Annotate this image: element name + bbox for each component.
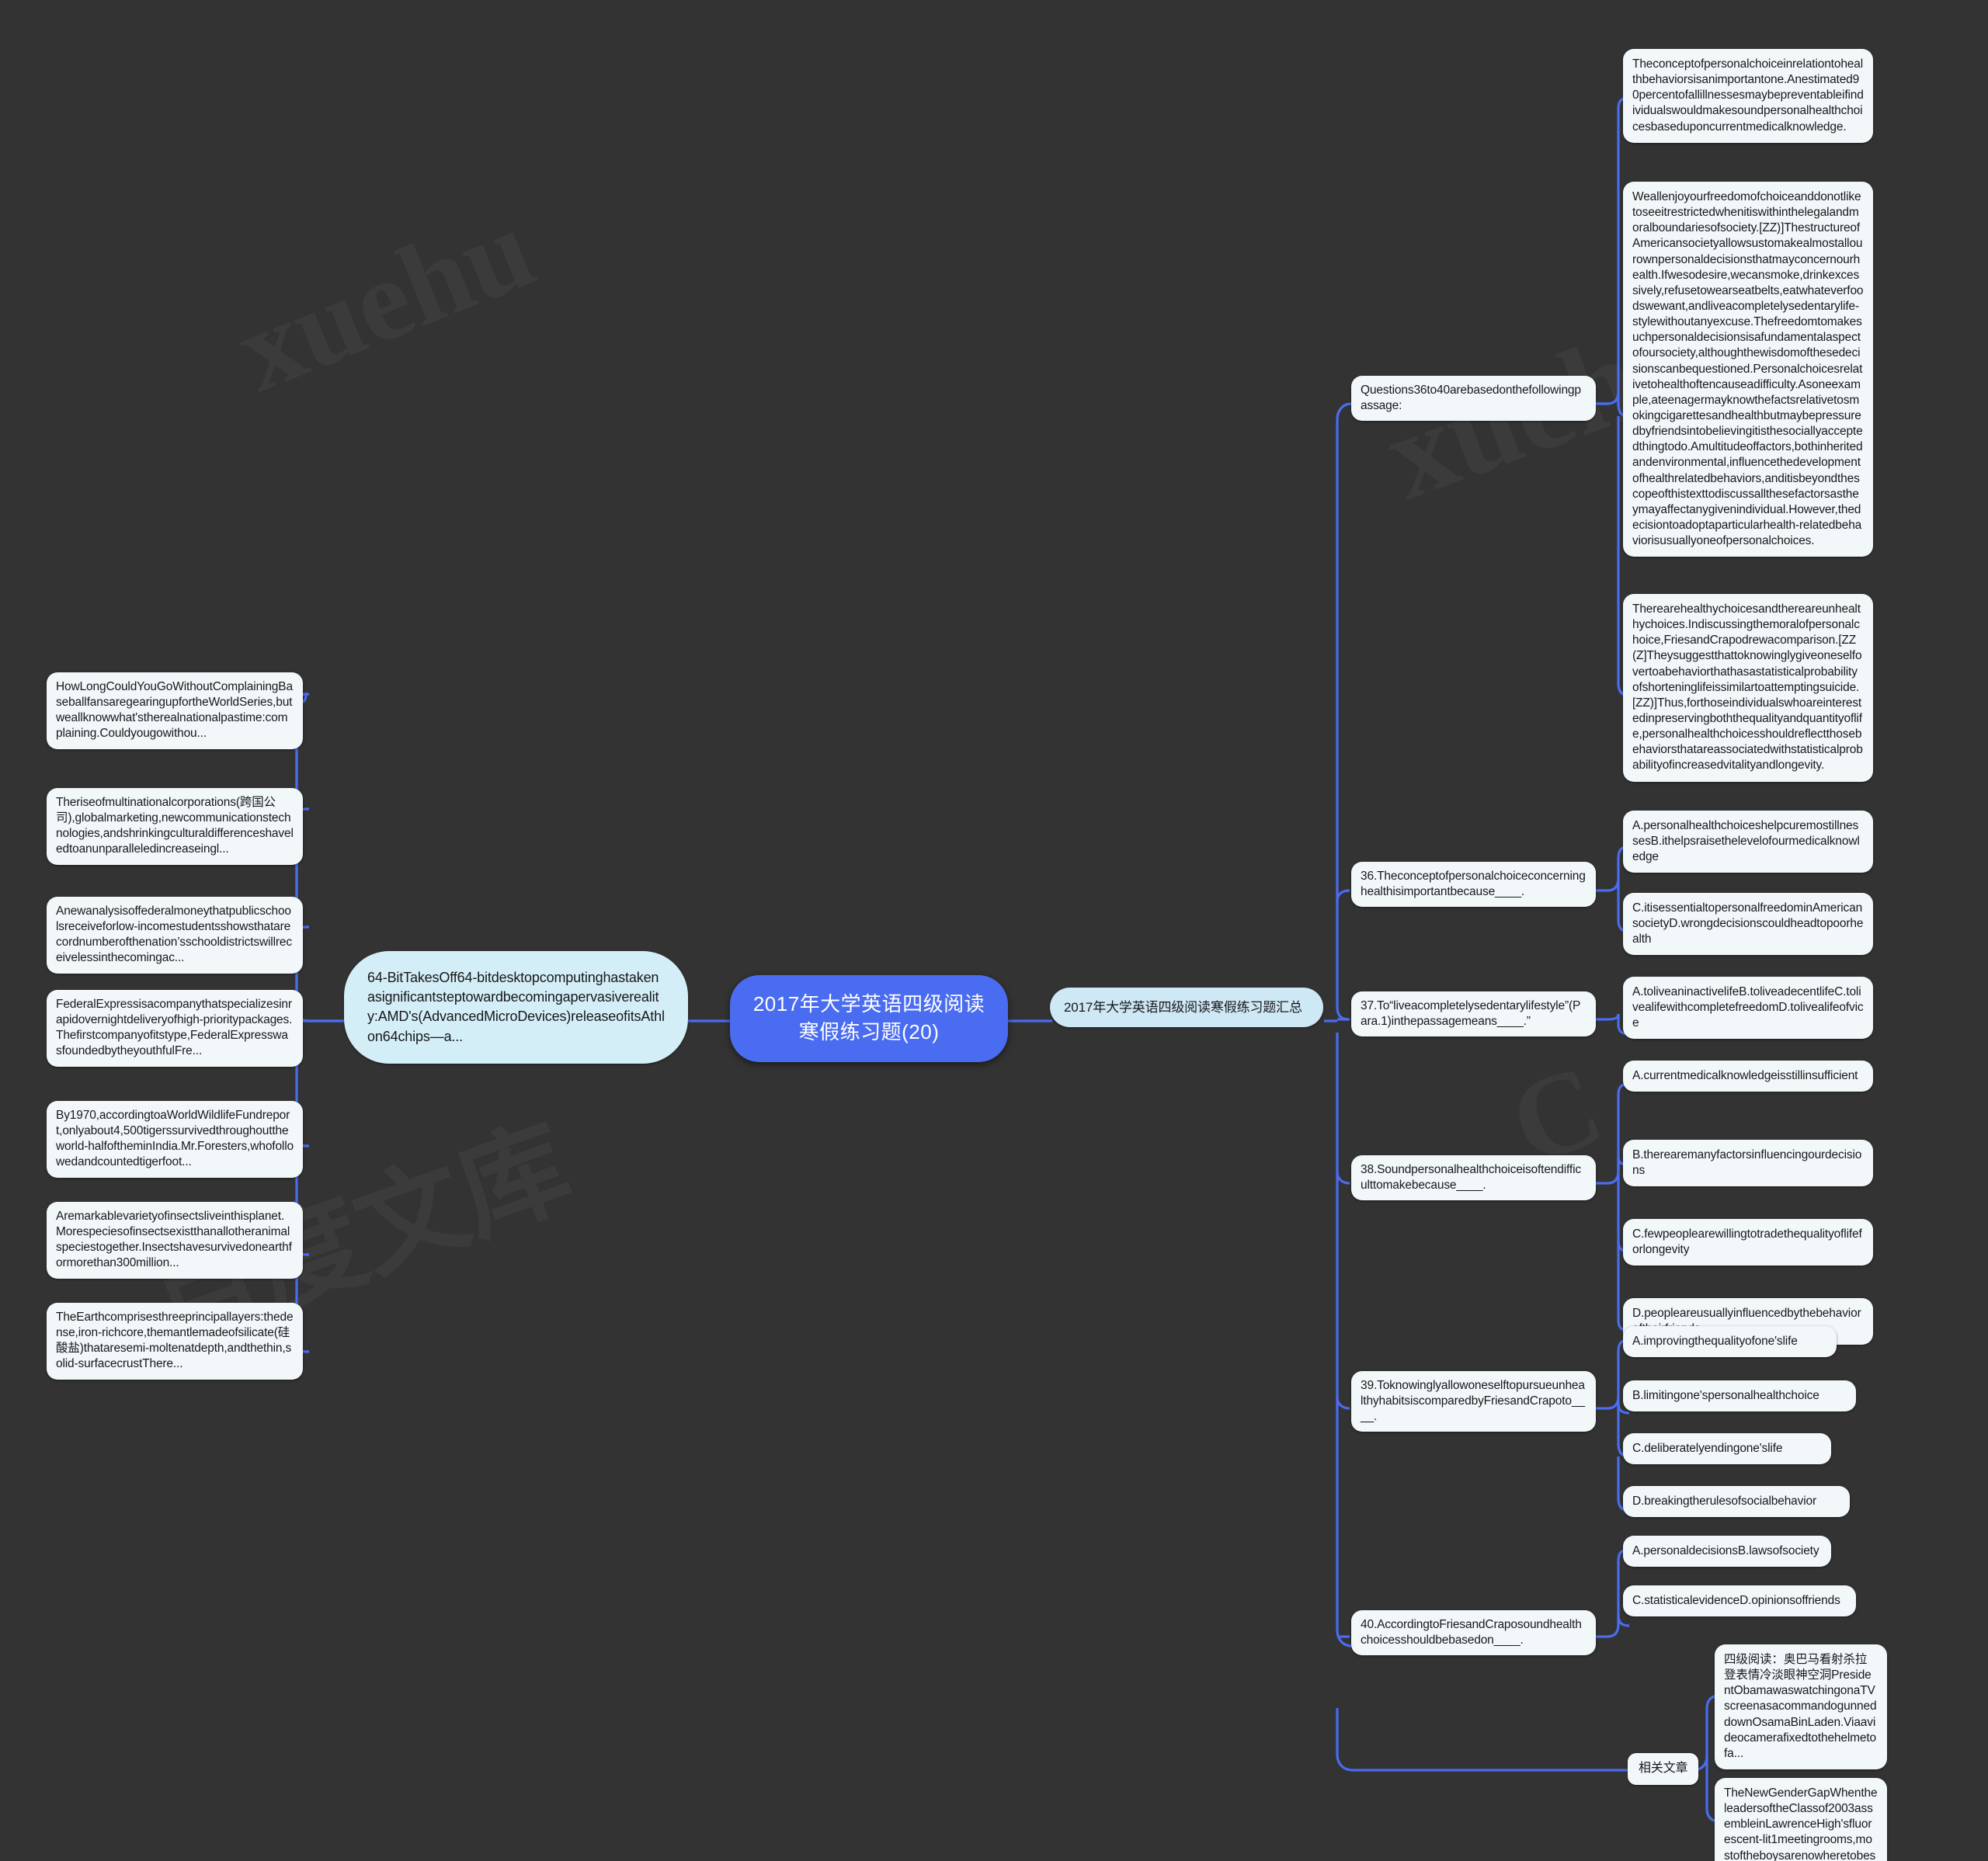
left-summary-node[interactable]: 64-BitTakesOff64-bitdesktopcomputinghast… — [344, 951, 688, 1064]
passage-text: Therearehealthychoicesandthereareunhealt… — [1632, 602, 1863, 773]
passage-paragraph-1[interactable]: Theconceptofpersonalchoiceinrelationtohe… — [1623, 49, 1873, 143]
section-label-text: 37.To“liveacompletelysedentarylifestyle”… — [1361, 999, 1581, 1029]
mindmap-canvas[interactable]: xuehu xuehu C 百度文库 — [0, 0, 1988, 1861]
option-q38-a[interactable]: A.currentmedicalknowledgeisstillinsuffic… — [1623, 1061, 1873, 1092]
list-item-text: TheEarthcomprisesthreeprincipallayers:th… — [56, 1311, 294, 1371]
list-item[interactable]: TheEarthcomprisesthreeprincipallayers:th… — [47, 1303, 303, 1380]
list-item-text: Theriseofmultinationalcorporations(跨国公司)… — [56, 796, 294, 856]
option-text: A.improvingthequalityofone'slife — [1632, 1335, 1798, 1348]
option-text: B.therearemanyfactorsinfluencingourdecis… — [1632, 1148, 1862, 1178]
list-item[interactable]: Aremarkablevarietyofinsectsliveinthispla… — [47, 1202, 303, 1279]
section-label-q37[interactable]: 37.To“liveacompletelysedentarylifestyle”… — [1351, 991, 1596, 1037]
section-label-q39[interactable]: 39.Toknowinglyallowoneselftopursueunheal… — [1351, 1371, 1596, 1432]
list-item-text: By1970,accordingtoaWorldWildlifeFundrepo… — [56, 1109, 294, 1169]
right-branch-label-text: 2017年大学英语四级阅读寒假练习题汇总 — [1064, 1000, 1302, 1015]
list-item-text: Aremarkablevarietyofinsectsliveinthispla… — [56, 1210, 292, 1270]
option-text: C.statisticalevidenceD.opinionsoffriends — [1632, 1594, 1840, 1607]
section-label-q40[interactable]: 40.AccordingtoFriesandCraposoundhealthch… — [1351, 1610, 1596, 1656]
list-item[interactable]: FederalExpressisacompanythatspecializesi… — [47, 990, 303, 1067]
option-text: A.currentmedicalknowledgeisstillinsuffic… — [1632, 1069, 1858, 1082]
option-q36-ab[interactable]: A.personalhealthchoiceshelpcuremostillne… — [1623, 811, 1873, 873]
option-text: A.personaldecisionsB.lawsofsociety — [1632, 1544, 1819, 1557]
passage-text: Theconceptofpersonalchoiceinrelationtohe… — [1632, 57, 1864, 134]
passage-paragraph-3[interactable]: Therearehealthychoicesandthereareunhealt… — [1623, 594, 1873, 782]
section-label-q36[interactable]: 36.Theconceptofpersonalchoiceconcerningh… — [1351, 862, 1596, 908]
right-branch-label[interactable]: 2017年大学英语四级阅读寒假练习题汇总 — [1050, 988, 1323, 1028]
section-label-text: Questions36to40arebasedonthefollowingpas… — [1361, 384, 1581, 413]
passage-paragraph-2[interactable]: Weallenjoyourfreedomofchoiceanddonotlike… — [1623, 182, 1873, 557]
option-text: A.toliveaninactivelifeB.toliveadecentlif… — [1632, 985, 1864, 1030]
list-item[interactable]: Theriseofmultinationalcorporations(跨国公司)… — [47, 788, 303, 865]
option-q40-ab[interactable]: A.personaldecisionsB.lawsofsociety — [1623, 1536, 1831, 1568]
watermark-text: xuehu — [219, 181, 551, 418]
passage-text: Weallenjoyourfreedomofchoiceanddonotlike… — [1632, 190, 1864, 548]
option-q37-abcd[interactable]: A.toliveaninactivelifeB.toliveadecentlif… — [1623, 977, 1873, 1040]
option-text: A.personalhealthchoiceshelpcuremostillne… — [1632, 819, 1860, 864]
list-item[interactable]: Anewanalysisoffederalmoneythatpublicscho… — [47, 897, 303, 974]
list-item[interactable]: By1970,accordingtoaWorldWildlifeFundrepo… — [47, 1101, 303, 1178]
list-item-text: HowLongCouldYouGoWithoutComplainingBaseb… — [56, 680, 293, 741]
option-q39-d[interactable]: D.breakingtherulesofsocialbehavior — [1623, 1486, 1850, 1518]
option-q36-cd[interactable]: C.itisessentialtopersonalfreedominAmeric… — [1623, 893, 1873, 956]
related-articles-label[interactable]: 相关文章 — [1628, 1753, 1699, 1785]
option-q39-b[interactable]: B.limitingone'spersonalhealthchoice — [1623, 1380, 1856, 1412]
option-q38-b[interactable]: B.therearemanyfactorsinfluencingourdecis… — [1623, 1140, 1873, 1187]
option-text: C.itisessentialtopersonalfreedominAmeric… — [1632, 901, 1864, 946]
option-q39-a[interactable]: A.improvingthequalityofone'slife — [1623, 1326, 1837, 1358]
page-title[interactable]: 2017年大学英语四级阅读寒假练习题(20) — [730, 975, 1008, 1062]
option-text: D.breakingtherulesofsocialbehavior — [1632, 1495, 1817, 1508]
option-text: C.fewpeoplearewillingtotradethequalityof… — [1632, 1227, 1862, 1257]
related-article-item[interactable]: 四级阅读：奥巴马看射杀拉登表情冷淡眼神空洞PresidentObamawaswa… — [1715, 1644, 1887, 1769]
section-label-text: 39.Toknowinglyallowoneselftopursueunheal… — [1361, 1379, 1585, 1424]
page-title-text: 2017年大学英语四级阅读寒假练习题(20) — [752, 992, 985, 1043]
list-item-text: FederalExpressisacompanythatspecializesi… — [56, 998, 293, 1058]
option-q38-c[interactable]: C.fewpeoplearewillingtotradethequalityof… — [1623, 1219, 1873, 1266]
section-label-text: 40.AccordingtoFriesandCraposoundhealthch… — [1361, 1618, 1582, 1647]
option-q39-c[interactable]: C.deliberatelyendingone'slife — [1623, 1433, 1831, 1465]
section-label-text: 36.Theconceptofpersonalchoiceconcerningh… — [1361, 870, 1586, 899]
section-label-q38[interactable]: 38.Soundpersonalhealthchoiceisoftendiffi… — [1351, 1155, 1596, 1201]
section-label-text: 38.Soundpersonalhealthchoiceisoftendiffi… — [1361, 1163, 1581, 1193]
related-articles-label-text: 相关文章 — [1639, 1762, 1688, 1775]
option-q40-cd[interactable]: C.statisticalevidenceD.opinionsoffriends — [1623, 1585, 1856, 1617]
left-summary-text: 64-BitTakesOff64-bitdesktopcomputinghast… — [367, 970, 665, 1044]
option-text: B.limitingone'spersonalhealthchoice — [1632, 1389, 1819, 1402]
option-text: C.deliberatelyendingone'slife — [1632, 1442, 1783, 1455]
related-article-item[interactable]: TheNewGenderGapWhentheleadersoftheClasso… — [1715, 1778, 1887, 1861]
related-article-text: 四级阅读：奥巴马看射杀拉登表情冷淡眼神空洞PresidentObamawaswa… — [1724, 1653, 1877, 1760]
list-item[interactable]: HowLongCouldYouGoWithoutComplainingBaseb… — [47, 672, 303, 749]
list-item-text: Anewanalysisoffederalmoneythatpublicscho… — [56, 904, 292, 965]
related-article-text: TheNewGenderGapWhentheleadersoftheClasso… — [1724, 1786, 1878, 1861]
section-label-passage-intro[interactable]: Questions36to40arebasedonthefollowingpas… — [1351, 376, 1596, 422]
